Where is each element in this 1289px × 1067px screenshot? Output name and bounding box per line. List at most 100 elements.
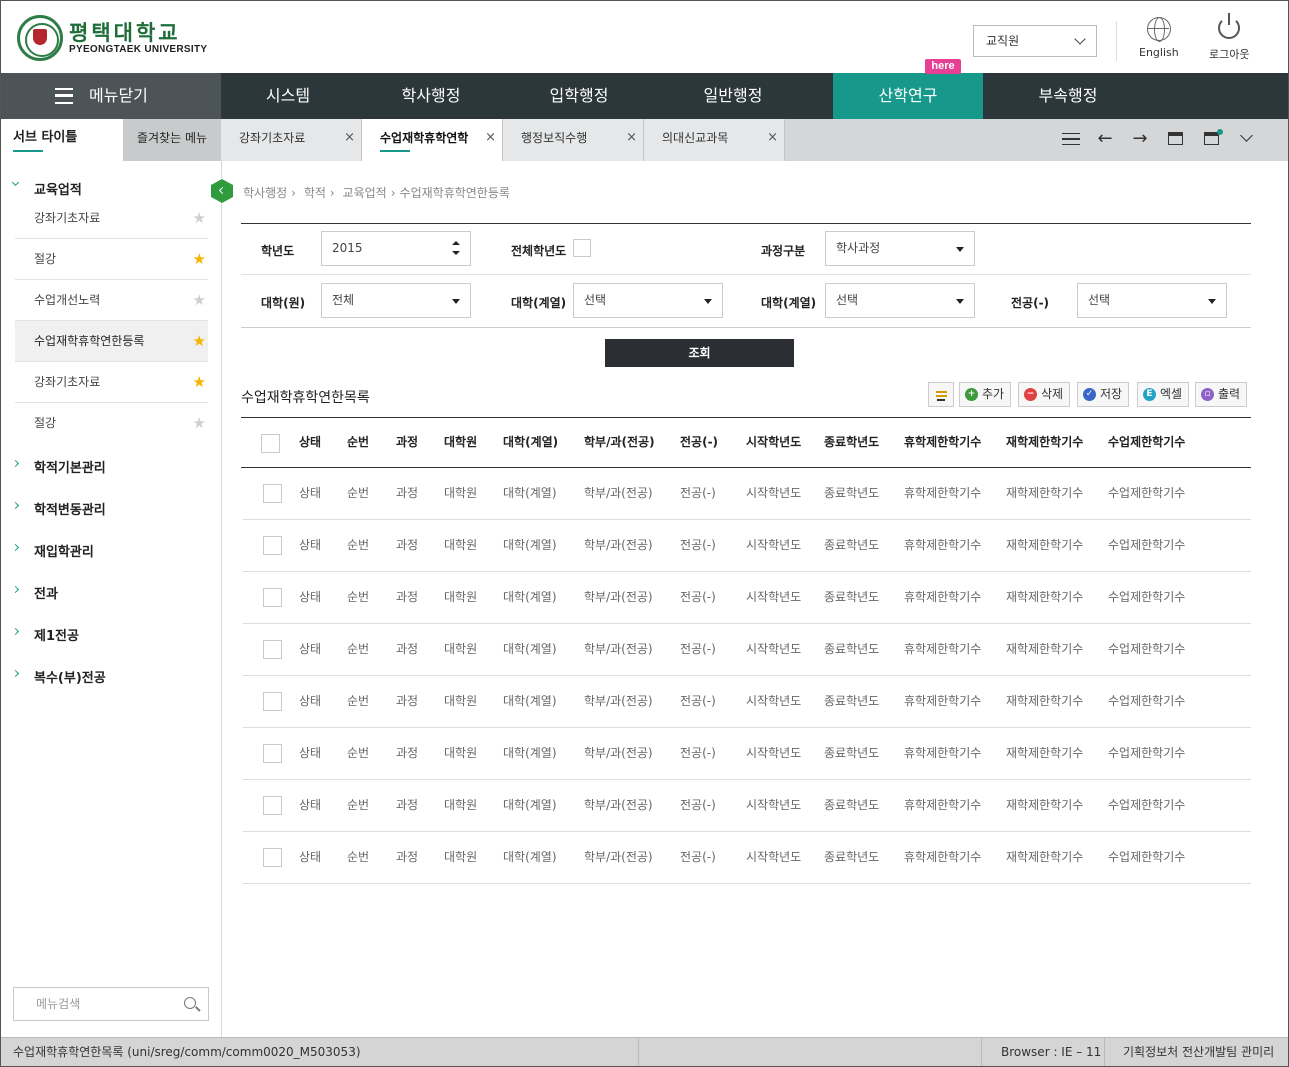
column-header[interactable]: 대학원: [444, 418, 477, 467]
nav-item-affiliated[interactable]: 부속행정: [991, 73, 1145, 119]
column-header[interactable]: 시작학년도: [746, 418, 801, 467]
table-row[interactable]: 상태 순번 과정 대학원 대학(계열) 학부/과(전공) 전공(-) 시작학년도 종료학년도 휴학…: [243, 520, 1251, 572]
select-all-checkbox[interactable]: [261, 434, 280, 453]
logout-button[interactable]: 로그아웃: [1209, 13, 1249, 62]
delete-button[interactable]: − 삭제: [1018, 382, 1071, 407]
year-spinner[interactable]: 2015: [321, 231, 471, 266]
column-header[interactable]: 과정: [396, 418, 418, 467]
college2-select[interactable]: 선택: [825, 283, 975, 318]
table-row[interactable]: 상태 순번 과정 대학원 대학(계열) 학부/과(전공) 전공(-) 시작학년도 종료학년도 휴학…: [243, 780, 1251, 832]
row-checkbox[interactable]: [263, 484, 282, 503]
table-cell: 종료학년도: [824, 486, 880, 500]
row-checkbox[interactable]: [263, 744, 282, 763]
sidebar-item[interactable]: 강좌기초자료 ★: [15, 362, 208, 403]
search-button[interactable]: 조회: [605, 339, 794, 367]
close-icon[interactable]: ×: [767, 119, 778, 157]
tab-favorites[interactable]: 즐겨찾는 메뉴: [123, 119, 221, 161]
star-icon[interactable]: ★: [193, 403, 206, 443]
column-header[interactable]: 전공(-): [680, 418, 718, 467]
tab-subtitle[interactable]: 서브 타이틀: [1, 119, 123, 161]
tab-list-icon[interactable]: [1062, 133, 1080, 145]
new-window-icon[interactable]: [1204, 129, 1223, 145]
star-icon[interactable]: ★: [193, 362, 206, 402]
table-row[interactable]: 상태 순번 과정 대학원 대학(계열) 학부/과(전공) 전공(-) 시작학년도 종료학년도 휴학…: [243, 468, 1251, 520]
nav-item-research[interactable]: 산학연구: [833, 73, 983, 119]
college-select[interactable]: 선택: [573, 283, 723, 318]
print-button[interactable]: ▫ 출력: [1195, 382, 1248, 407]
major-label: 전공(-): [1011, 296, 1050, 310]
grad-select[interactable]: 전체: [321, 283, 471, 318]
nav-item-academic[interactable]: 학사행정: [355, 73, 507, 119]
sidebar-group[interactable]: 제1전공: [11, 625, 79, 644]
arrow-right-icon[interactable]: →: [1131, 130, 1149, 148]
table-row[interactable]: 상태 순번 과정 대학원 대학(계열) 학부/과(전공) 전공(-) 시작학년도 종료학년도 휴학…: [243, 832, 1251, 884]
column-header[interactable]: 학부/과(전공): [584, 418, 655, 467]
tab-medical-courses[interactable]: 의대신교과목 ×: [644, 119, 785, 161]
row-checkbox[interactable]: [263, 848, 282, 867]
breadcrumb-item[interactable]: 학적: [304, 186, 326, 200]
role-select[interactable]: 교직원: [973, 25, 1097, 57]
spin-down-icon[interactable]: [452, 251, 460, 255]
row-checkbox[interactable]: [263, 536, 282, 555]
table-row[interactable]: 상태 순번 과정 대학원 대학(계열) 학부/과(전공) 전공(-) 시작학년도 종료학년도 휴학…: [243, 624, 1251, 676]
sidebar-group[interactable]: 전과: [11, 583, 58, 602]
row-checkbox[interactable]: [263, 640, 282, 659]
row-checkbox[interactable]: [263, 796, 282, 815]
spin-up-icon[interactable]: [452, 241, 460, 245]
save-button[interactable]: ✓ 저장: [1077, 382, 1130, 407]
english-button[interactable]: English: [1139, 17, 1179, 59]
breadcrumb-item[interactable]: 교육업적: [343, 186, 387, 200]
add-button[interactable]: + 추가: [959, 382, 1012, 407]
close-icon[interactable]: ×: [485, 119, 496, 157]
course-select[interactable]: 학사과정: [825, 231, 975, 266]
menu-search-input[interactable]: 메뉴검색: [13, 987, 209, 1021]
column-header[interactable]: 종료학년도: [824, 418, 879, 467]
arrow-left-icon[interactable]: ←: [1096, 130, 1114, 148]
table-cell: 과정: [396, 486, 419, 500]
sidebar-group[interactable]: 학적변동관리: [11, 499, 106, 518]
sidebar-group[interactable]: 재입학관리: [11, 541, 94, 560]
sidebar-item[interactable]: 수업개선노력 ★: [15, 280, 208, 321]
star-icon[interactable]: ★: [193, 198, 206, 238]
column-header[interactable]: 재학제한학기수: [1006, 418, 1083, 467]
column-header[interactable]: 휴학제한학기수: [904, 418, 981, 467]
tab-admin-duty[interactable]: 행정보직수행 ×: [503, 119, 644, 161]
breadcrumb-item[interactable]: 학사행정: [243, 186, 287, 200]
column-settings-button[interactable]: [928, 382, 954, 407]
row-checkbox[interactable]: [263, 692, 282, 711]
university-logo[interactable]: 평택대학교 PYEONGTAEK UNIVERSITY: [17, 15, 207, 61]
column-header[interactable]: 수업제한학기수: [1108, 418, 1185, 467]
tab-course-data[interactable]: 강좌기초자료 ×: [221, 119, 362, 161]
sidebar-group[interactable]: 학적기본관리: [11, 457, 106, 476]
nav-item-admission[interactable]: 입학행정: [507, 73, 651, 119]
major-select[interactable]: 선택: [1077, 283, 1227, 318]
table-row[interactable]: 상태 순번 과정 대학원 대학(계열) 학부/과(전공) 전공(-) 시작학년도 종료학년도 휴학…: [243, 572, 1251, 624]
star-icon[interactable]: ★: [193, 239, 206, 279]
window-icon[interactable]: [1168, 132, 1183, 145]
close-icon[interactable]: ×: [344, 119, 355, 157]
sidebar-group-education[interactable]: 교육업적: [11, 178, 82, 198]
sidebar-item[interactable]: 절강 ★: [15, 403, 208, 444]
sidebar-group-label: 복수(부)전공: [34, 671, 106, 686]
all-years-checkbox[interactable]: [573, 239, 591, 257]
menu-close-button[interactable]: 메뉴닫기: [1, 73, 221, 119]
row-checkbox[interactable]: [263, 588, 282, 607]
star-icon[interactable]: ★: [193, 280, 206, 320]
column-header[interactable]: 순번: [347, 418, 369, 467]
sidebar-item[interactable]: 강좌기초자료 ★: [15, 198, 208, 239]
nav-item-system[interactable]: 시스템: [221, 73, 355, 119]
table-row[interactable]: 상태 순번 과정 대학원 대학(계열) 학부/과(전공) 전공(-) 시작학년도 종료학년도 휴학…: [243, 728, 1251, 780]
tab-leave-period[interactable]: 수업재학휴학연학 ×: [362, 119, 503, 161]
nav-item-general[interactable]: 일반행정: [651, 73, 815, 119]
search-icon[interactable]: [184, 997, 196, 1009]
column-header[interactable]: 대학(계열): [503, 418, 558, 467]
table-row[interactable]: 상태 순번 과정 대학원 대학(계열) 학부/과(전공) 전공(-) 시작학년도 종료학년도 휴학…: [243, 676, 1251, 728]
sidebar-item[interactable]: 절강 ★: [15, 239, 208, 280]
chevron-down-icon[interactable]: [1240, 129, 1253, 142]
close-icon[interactable]: ×: [626, 119, 637, 157]
star-icon[interactable]: ★: [193, 321, 206, 361]
sidebar-item-selected[interactable]: 수업재학휴학연한등록 ★: [15, 321, 208, 362]
column-header[interactable]: 상태: [299, 418, 321, 467]
sidebar-group[interactable]: 복수(부)전공: [11, 667, 106, 686]
excel-button[interactable]: E 엑셀: [1137, 382, 1190, 407]
